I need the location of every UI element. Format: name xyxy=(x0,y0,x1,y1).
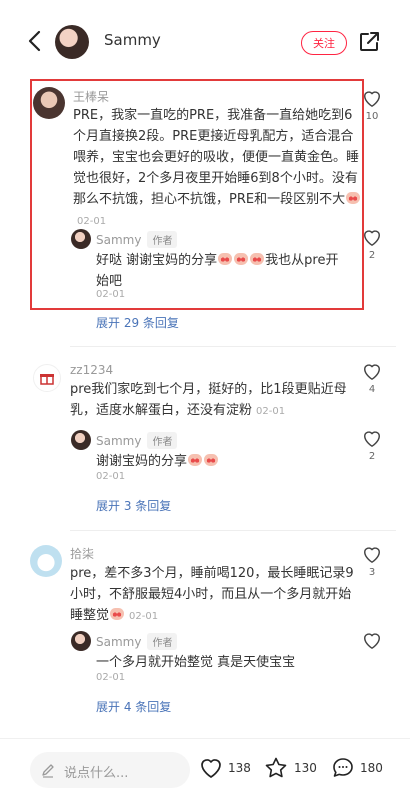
comment-bubble-icon[interactable] xyxy=(331,756,355,780)
reply-date: 02-01 xyxy=(96,471,126,482)
bottom-bar: 说点什么... 138 130 180 xyxy=(0,738,410,800)
expand-replies-link[interactable]: 展开 3 条回复 xyxy=(96,497,171,514)
divider xyxy=(70,530,396,531)
heart-icon[interactable] xyxy=(361,361,383,381)
reply-body: 谢谢宝妈的分享 xyxy=(96,454,188,469)
divider xyxy=(70,346,396,347)
like-count: 4 xyxy=(368,384,376,395)
author-avatar[interactable] xyxy=(55,25,89,59)
expand-replies-link[interactable]: 展开 4 条回复 xyxy=(96,698,171,715)
top-bar: Sammy 关注 xyxy=(0,0,410,72)
comment-total: 180 xyxy=(360,761,383,775)
heart-icon[interactable] xyxy=(361,227,383,247)
laugh-emoji-icon xyxy=(188,454,203,466)
comment-date: 02-01 xyxy=(129,611,159,622)
reply-avatar[interactable] xyxy=(71,631,91,651)
reply-name[interactable]: Sammy 作者 xyxy=(96,432,178,449)
heart-icon[interactable] xyxy=(361,88,383,108)
heart-icon[interactable] xyxy=(361,630,383,650)
reply-author-name: Sammy xyxy=(96,434,142,448)
highlight-box xyxy=(30,79,364,310)
back-arrow-icon[interactable] xyxy=(24,28,48,54)
like-count: 2 xyxy=(368,250,376,261)
commenter-name[interactable]: zz1234 xyxy=(70,363,113,377)
pen-icon xyxy=(42,764,54,778)
share-icon[interactable] xyxy=(357,30,381,54)
author-tag: 作者 xyxy=(147,432,178,449)
laugh-emoji-icon xyxy=(204,454,219,466)
star-icon[interactable] xyxy=(264,756,288,780)
reply-body: 一个多月就开始整觉 真是天使宝宝 xyxy=(96,655,296,670)
heart-icon[interactable] xyxy=(361,544,383,564)
heart-icon[interactable] xyxy=(361,428,383,448)
like-total: 138 xyxy=(228,761,251,775)
reply-avatar[interactable] xyxy=(71,430,91,450)
commenter-name[interactable]: 拾柒 xyxy=(70,545,94,562)
comment-date: 02-01 xyxy=(256,406,286,417)
commenter-avatar[interactable] xyxy=(30,545,62,577)
commenter-avatar[interactable] xyxy=(33,364,61,392)
reply-name[interactable]: Sammy 作者 xyxy=(96,633,178,650)
author-tag: 作者 xyxy=(147,633,178,650)
comment-text[interactable]: pre，差不多3个月，睡前喝120，最长睡眠记录9小时，不舒服最短4小时，而且从… xyxy=(70,563,360,627)
sleepy-face-emoji-icon xyxy=(110,608,125,620)
author-name[interactable]: Sammy xyxy=(104,31,161,49)
reply-author-name: Sammy xyxy=(96,635,142,649)
star-total: 130 xyxy=(294,761,317,775)
like-count: 10 xyxy=(365,111,379,122)
reply-text[interactable]: 一个多月就开始整觉 真是天使宝宝 xyxy=(96,652,346,673)
reply-date: 02-01 xyxy=(96,672,126,683)
comment-input[interactable]: 说点什么... xyxy=(30,752,190,788)
expand-replies-link[interactable]: 展开 29 条回复 xyxy=(96,314,179,331)
heart-icon[interactable] xyxy=(199,756,223,780)
like-count: 3 xyxy=(368,567,376,578)
reply-text[interactable]: 谢谢宝妈的分享 xyxy=(96,451,346,472)
gift-icon xyxy=(40,374,54,385)
like-count: 2 xyxy=(368,451,376,462)
comment-body: pre我们家吃到七个月，挺好的，比1段更贴近母乳，适度水解蛋白，还没有淀粉 xyxy=(70,382,347,418)
comment-text[interactable]: pre我们家吃到七个月，挺好的，比1段更贴近母乳，适度水解蛋白，还没有淀粉 02-… xyxy=(70,379,360,422)
follow-button[interactable]: 关注 xyxy=(301,31,347,55)
input-placeholder: 说点什么... xyxy=(64,766,129,781)
